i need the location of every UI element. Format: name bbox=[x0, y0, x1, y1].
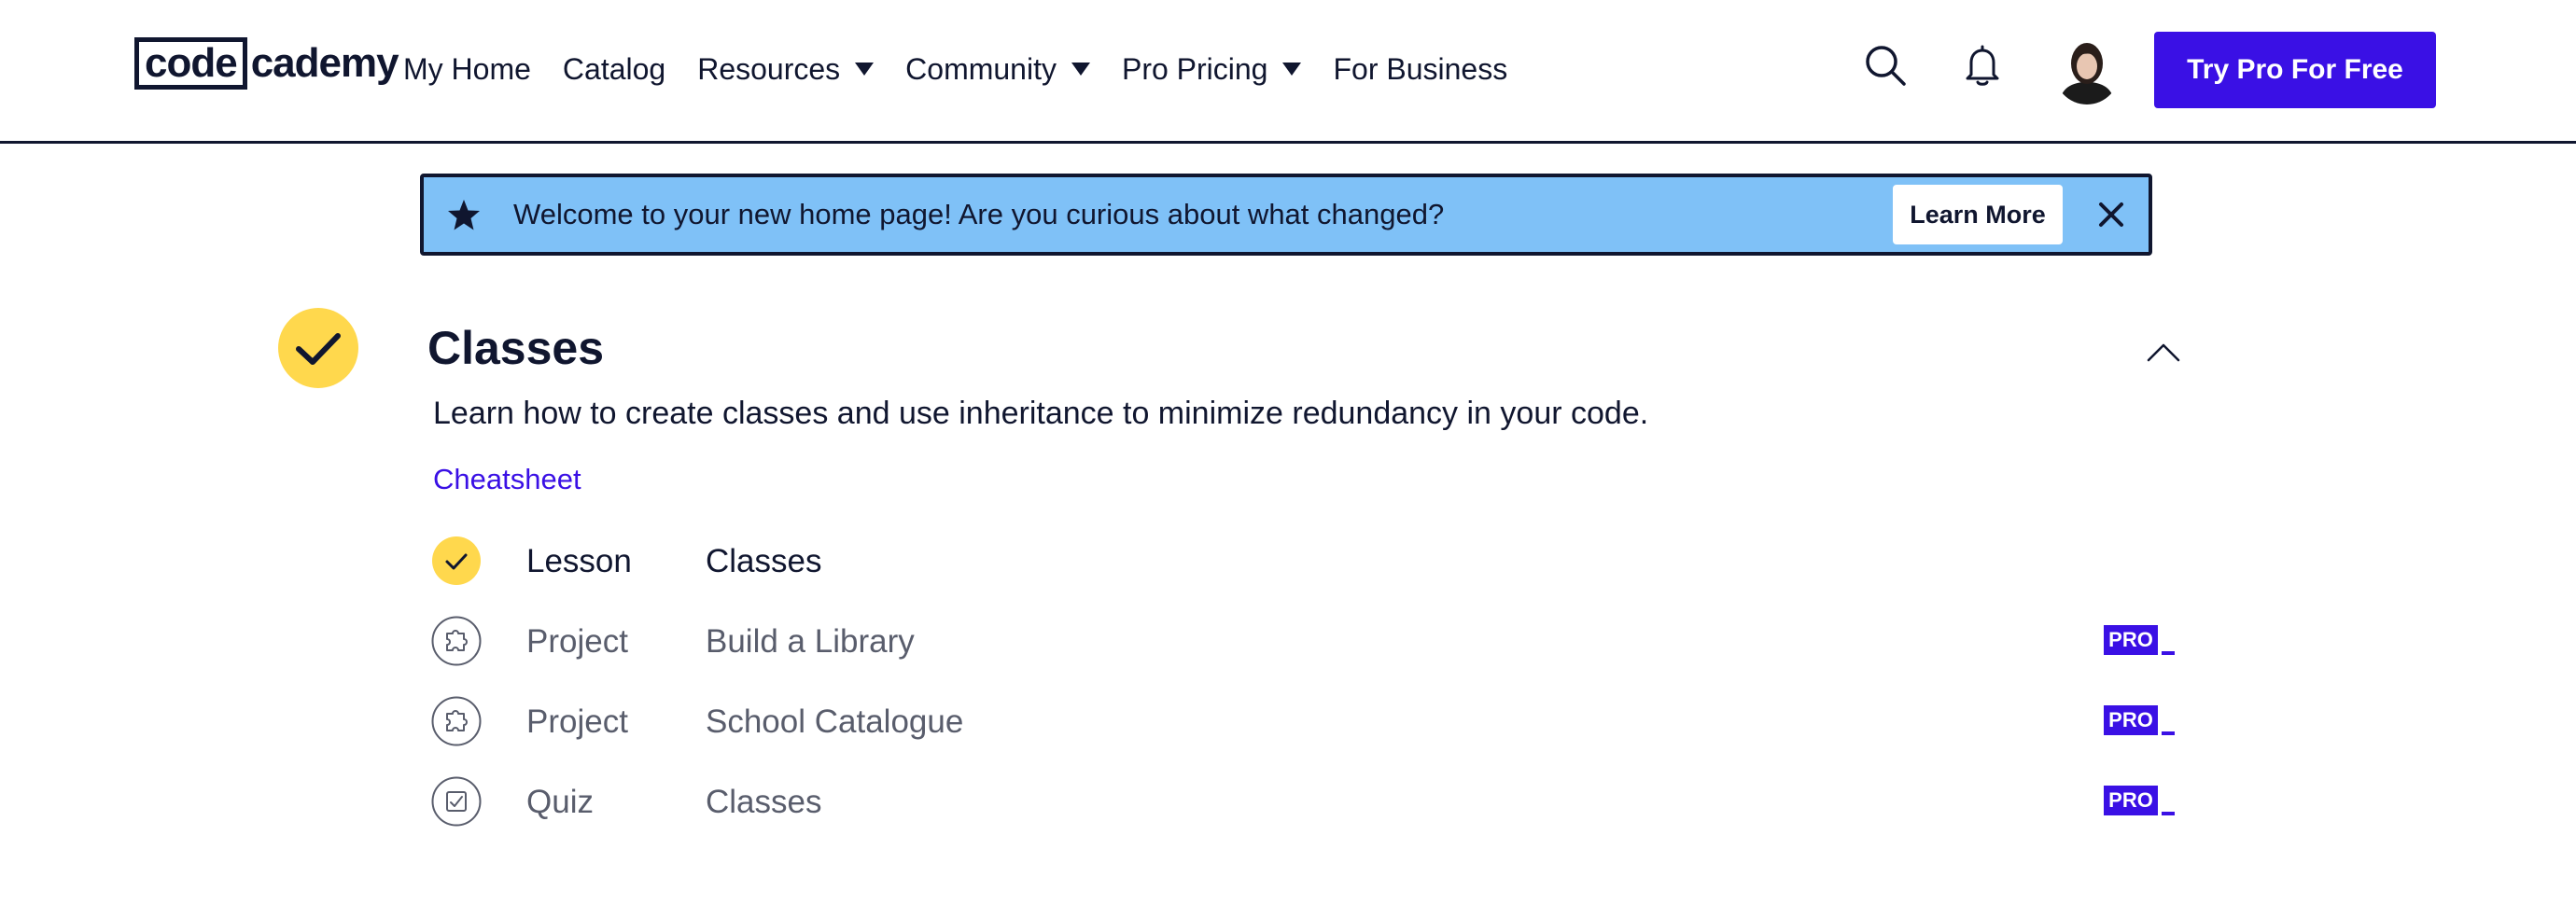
star-icon bbox=[448, 200, 480, 230]
puzzle-icon bbox=[431, 696, 482, 746]
cheatsheet-link[interactable]: Cheatsheet bbox=[433, 463, 581, 496]
search-icon[interactable] bbox=[1861, 41, 1910, 90]
section-description: Learn how to create classes and use inhe… bbox=[433, 396, 1649, 431]
close-icon[interactable] bbox=[2094, 198, 2128, 231]
nav-item-label: Community bbox=[905, 51, 1057, 86]
pro-badge-underscore bbox=[2162, 731, 2175, 735]
item-name: School Catalogue bbox=[706, 703, 964, 740]
top-navigation: code cademy My Home Catalog Resources Co… bbox=[0, 0, 2576, 144]
content-item-project[interactable]: Project School Catalogue PRO bbox=[431, 694, 2186, 748]
pro-badge-underscore bbox=[2162, 812, 2175, 815]
check-icon bbox=[432, 536, 481, 585]
nav-item-community[interactable]: Community bbox=[905, 52, 1090, 87]
logo-box-text: code bbox=[134, 37, 247, 90]
chevron-up-icon[interactable] bbox=[2143, 332, 2184, 373]
nav-item-label: For Business bbox=[1333, 51, 1508, 86]
content-item-lesson[interactable]: Lesson Classes bbox=[431, 534, 2186, 588]
nav-item-catalog[interactable]: Catalog bbox=[563, 52, 665, 87]
nav-item-label: Pro Pricing bbox=[1121, 51, 1268, 86]
pro-badge-underscore bbox=[2162, 651, 2175, 655]
nav-item-pro-pricing[interactable]: Pro Pricing bbox=[1122, 52, 1302, 87]
banner-message: Welcome to your new home page! Are you c… bbox=[513, 198, 1445, 230]
logo-rest-text: cademy bbox=[250, 40, 399, 86]
pro-badge-label: PRO bbox=[2104, 786, 2158, 815]
caret-down-icon bbox=[1071, 63, 1090, 76]
caret-down-icon bbox=[855, 63, 875, 76]
section-title: Classes bbox=[427, 322, 605, 374]
item-name: Classes bbox=[706, 784, 822, 820]
caret-down-icon bbox=[1282, 63, 1302, 76]
nav-item-resources[interactable]: Resources bbox=[697, 51, 875, 87]
item-name: Build a Library bbox=[706, 623, 915, 660]
content-item-quiz[interactable]: Quiz Classes PRO bbox=[431, 774, 2186, 828]
content-item-project[interactable]: Project Build a Library PRO bbox=[431, 614, 2186, 668]
section-complete-badge bbox=[278, 308, 358, 388]
nav-item-label: Resources bbox=[697, 51, 841, 86]
item-type: Project bbox=[526, 703, 628, 740]
bell-icon[interactable] bbox=[1958, 41, 2007, 90]
item-type: Project bbox=[526, 623, 628, 660]
nav-item-label: Catalog bbox=[562, 51, 666, 86]
pro-badge: PRO bbox=[2104, 625, 2175, 655]
item-type: Quiz bbox=[526, 784, 594, 820]
pro-badge: PRO bbox=[2104, 786, 2175, 815]
avatar[interactable] bbox=[2053, 34, 2121, 104]
nav-item-my-home[interactable]: My Home bbox=[403, 52, 531, 87]
pro-badge: PRO bbox=[2104, 705, 2175, 735]
item-type: Lesson bbox=[526, 543, 632, 579]
welcome-banner: Welcome to your new home page! Are you c… bbox=[420, 174, 2152, 256]
quiz-icon bbox=[431, 776, 482, 827]
nav-item-for-business[interactable]: For Business bbox=[1333, 52, 1507, 87]
pro-badge-label: PRO bbox=[2104, 625, 2158, 655]
nav-item-label: My Home bbox=[403, 51, 531, 86]
pro-badge-label: PRO bbox=[2104, 705, 2158, 735]
learn-more-button[interactable]: Learn More bbox=[1893, 185, 2063, 244]
main-nav: My Home Catalog Resources Community Pro … bbox=[403, 45, 1539, 93]
try-pro-button[interactable]: Try Pro For Free bbox=[2154, 32, 2436, 108]
puzzle-icon bbox=[431, 616, 482, 666]
user-avatar-image bbox=[2053, 34, 2121, 104]
check-icon bbox=[296, 333, 341, 365]
codecademy-logo[interactable]: code cademy bbox=[134, 37, 399, 90]
item-name: Classes bbox=[706, 543, 822, 579]
